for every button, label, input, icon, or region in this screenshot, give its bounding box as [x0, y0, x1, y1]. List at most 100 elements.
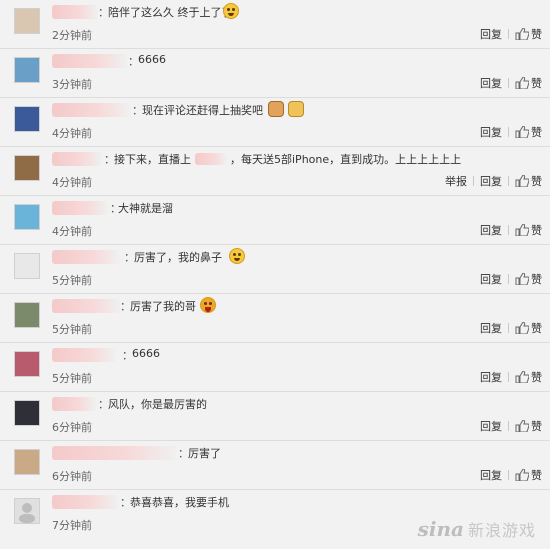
- avatar[interactable]: [14, 155, 40, 181]
- comment-list: ： 陪伴了这么久 终于上了了 2分钟前 回复 赞 ： 6666 3分钟前 回复 …: [0, 0, 550, 549]
- comment-text: 6666: [132, 347, 160, 360]
- username-redacted[interactable]: [52, 201, 108, 215]
- comment-actions: 回复 赞: [480, 467, 542, 483]
- like-label: 赞: [531, 126, 542, 139]
- reply-button[interactable]: 回复: [480, 320, 502, 336]
- like-button[interactable]: 赞: [515, 222, 542, 238]
- reply-button[interactable]: 回复: [480, 124, 502, 140]
- comment-text: 厉害了，我的鼻子: [134, 251, 222, 264]
- thumbs-up-icon: [515, 175, 529, 187]
- default-avatar-icon: [19, 503, 35, 523]
- username-redacted[interactable]: [52, 495, 118, 509]
- like-button[interactable]: 赞: [515, 271, 542, 287]
- comment-actions: 回复 赞: [480, 369, 542, 385]
- thumbs-up-icon: [515, 77, 529, 89]
- thumbs-up-icon: [515, 273, 529, 285]
- comment-time: 5分钟前: [52, 372, 92, 385]
- laughing-emoji-icon: [200, 297, 216, 313]
- like-button[interactable]: 赞: [515, 320, 542, 336]
- username-redacted[interactable]: [52, 54, 127, 68]
- comment-item: ： 厉害了我的哥 5分钟前 回复 赞: [0, 294, 550, 343]
- comment-text: 厉害了: [188, 447, 221, 460]
- avatar[interactable]: [14, 449, 40, 475]
- comment-actions: 回复 赞: [480, 320, 542, 336]
- reply-button[interactable]: 回复: [480, 467, 502, 483]
- username-redacted[interactable]: [52, 5, 98, 19]
- username-redacted[interactable]: [52, 103, 130, 117]
- comment-time: 5分钟前: [52, 274, 92, 287]
- thumbs-up-icon: [515, 126, 529, 138]
- action-divider: [508, 421, 509, 431]
- avatar[interactable]: [14, 57, 40, 83]
- thumbs-up-icon: [515, 322, 529, 334]
- thumbs-up-icon: [515, 28, 529, 40]
- comment-item: ： 陪伴了这么久 终于上了了 2分钟前 回复 赞: [0, 0, 550, 49]
- username-redacted[interactable]: [52, 299, 120, 313]
- action-divider: [508, 323, 509, 333]
- avatar[interactable]: [14, 400, 40, 426]
- avatar[interactable]: [14, 498, 40, 524]
- like-button[interactable]: 赞: [515, 173, 542, 189]
- action-divider: [508, 225, 509, 235]
- username-redacted[interactable]: [52, 152, 102, 166]
- comment-time: 5分钟前: [52, 323, 92, 336]
- comment-time: 4分钟前: [52, 225, 92, 238]
- comment-time: 2分钟前: [52, 29, 92, 42]
- like-label: 赞: [531, 273, 542, 286]
- avatar[interactable]: [14, 204, 40, 230]
- comment-text: 厉害了我的哥: [130, 300, 196, 313]
- thumbs-up-icon: [515, 224, 529, 236]
- comment-actions: 举报 回复 赞: [445, 173, 542, 189]
- like-button[interactable]: 赞: [515, 26, 542, 42]
- action-divider: [473, 176, 474, 186]
- comment-time: 4分钟前: [52, 127, 92, 140]
- reply-button[interactable]: 回复: [480, 26, 502, 42]
- sina-logo: sina: [417, 517, 464, 541]
- avatar[interactable]: [14, 351, 40, 377]
- reply-button[interactable]: 回复: [480, 369, 502, 385]
- comment-text-continued: ，每天送5部iPhone，直到成功。上上上上上上: [230, 153, 462, 166]
- avatar[interactable]: [14, 253, 40, 279]
- smiley-emoji-icon: [229, 248, 245, 264]
- username-redacted[interactable]: [52, 348, 116, 362]
- reply-button[interactable]: 回复: [480, 271, 502, 287]
- like-button[interactable]: 赞: [515, 369, 542, 385]
- action-divider: [508, 78, 509, 88]
- reply-button[interactable]: 回复: [480, 75, 502, 91]
- comment-item: ： 厉害了，我的鼻子 5分钟前 回复 赞: [0, 245, 550, 294]
- comment-actions: 回复 赞: [480, 271, 542, 287]
- like-label: 赞: [531, 322, 542, 335]
- username-redacted[interactable]: [52, 446, 176, 460]
- redacted-name: [195, 153, 227, 165]
- comment-item: ： 风队，你是最厉害的 6分钟前 回复 赞: [0, 392, 550, 441]
- report-button[interactable]: 举报: [445, 173, 467, 189]
- comment-item: ： 厉害了 6分钟前 回复 赞: [0, 441, 550, 490]
- thumbs-up-icon: [515, 420, 529, 432]
- comment-time: 4分钟前: [52, 176, 92, 189]
- comment-text: 恭喜恭喜，我要手机: [130, 496, 229, 509]
- like-label: 赞: [531, 469, 542, 482]
- comment-time: 3分钟前: [52, 78, 92, 91]
- comment-item: ： 大神就是溜 4分钟前 回复 赞: [0, 196, 550, 245]
- smiley-emoji-icon: [223, 3, 239, 19]
- sina-games-watermark: sina 新浪游戏: [418, 517, 536, 541]
- comment-actions: 回复 赞: [480, 222, 542, 238]
- reply-button[interactable]: 回复: [480, 222, 502, 238]
- reply-button[interactable]: 回复: [480, 173, 502, 189]
- avatar[interactable]: [14, 8, 40, 34]
- action-divider: [508, 176, 509, 186]
- avatar[interactable]: [14, 302, 40, 328]
- username-redacted[interactable]: [52, 397, 96, 411]
- comment-actions: 回复 赞: [480, 418, 542, 434]
- reply-button[interactable]: 回复: [480, 418, 502, 434]
- like-label: 赞: [531, 77, 542, 90]
- avatar[interactable]: [14, 106, 40, 132]
- username-redacted[interactable]: [52, 250, 120, 264]
- watermark-text: 新浪游戏: [467, 521, 536, 540]
- like-button[interactable]: 赞: [515, 124, 542, 140]
- like-button[interactable]: 赞: [515, 75, 542, 91]
- like-button[interactable]: 赞: [515, 418, 542, 434]
- comment-time: 6分钟前: [52, 470, 92, 483]
- comment-text: 6666: [138, 53, 166, 66]
- like-button[interactable]: 赞: [515, 467, 542, 483]
